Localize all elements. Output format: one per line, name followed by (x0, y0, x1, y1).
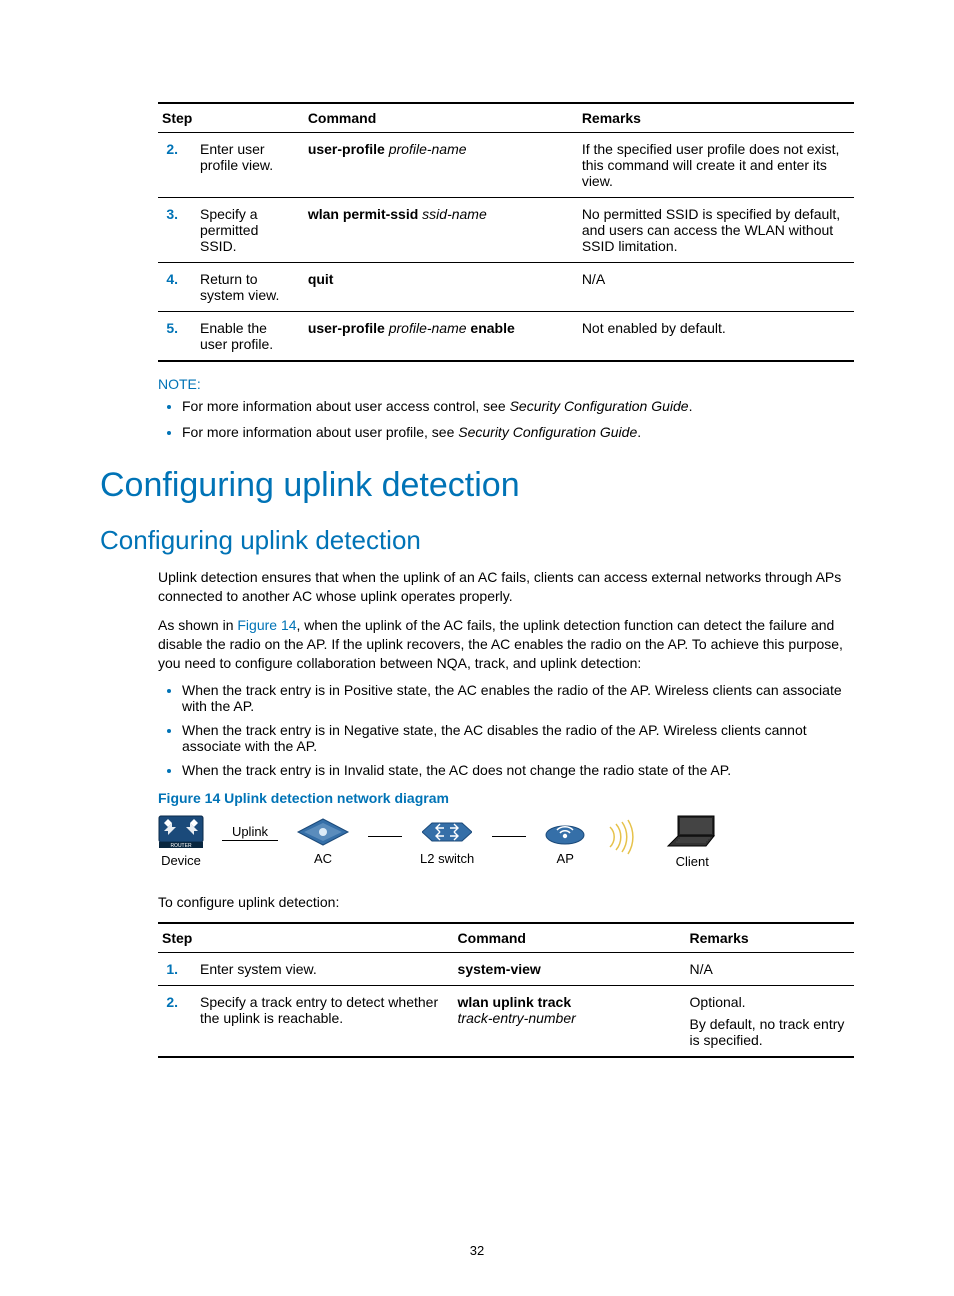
table-row: 3. Specify a permitted SSID. wlan permit… (158, 198, 854, 263)
remarks: Optional. By default, no track entry is … (686, 986, 854, 1058)
heading-1: Configuring uplink detection (100, 466, 854, 505)
command-table-2: Step Command Remarks 1. Enter system vie… (158, 922, 854, 1058)
heading-2: Configuring uplink detection (100, 525, 854, 556)
step-desc: Enter user profile view. (196, 133, 304, 198)
cmd: wlan permit-ssid ssid-name (304, 198, 578, 263)
remarks: N/A (578, 263, 854, 312)
paragraph: To configure uplink detection: (158, 893, 854, 912)
remarks: No permitted SSID is specified by defaul… (578, 198, 854, 263)
th-remarks: Remarks (686, 923, 854, 953)
step-num: 4. (166, 271, 188, 287)
th-command: Command (454, 923, 686, 953)
th-step: Step (158, 103, 304, 133)
ac-icon (296, 817, 350, 847)
paragraph: Uplink detection ensures that when the u… (158, 568, 854, 606)
body-section: Uplink detection ensures that when the u… (158, 568, 854, 1058)
table-row: 1. Enter system view. system-view N/A (158, 953, 854, 986)
figure-link[interactable]: Figure 14 (237, 617, 296, 633)
step-desc: Enter system view. (196, 953, 454, 986)
list-item: When the track entry is in Invalid state… (182, 762, 854, 778)
note-label: NOTE: (158, 376, 854, 392)
list-item: For more information about user profile,… (182, 424, 854, 440)
step-desc: Specify a track entry to detect whether … (196, 986, 454, 1058)
switch-icon (422, 817, 472, 847)
th-command: Command (304, 103, 578, 133)
cmd: wlan uplink track track-entry-number (454, 986, 686, 1058)
step-desc: Enable the user profile. (196, 312, 304, 362)
cmd: user-profile profile-name enable (304, 312, 578, 362)
note-list: For more information about user access c… (158, 398, 854, 440)
step-num: 5. (166, 320, 188, 336)
ap-label: AP (557, 851, 574, 866)
wireless-icon (604, 819, 648, 855)
cmd: quit (304, 263, 578, 312)
command-table-1: Step Command Remarks 2. Enter user profi… (158, 102, 854, 362)
table-row: 4. Return to system view. quit N/A (158, 263, 854, 312)
uplink-label: Uplink (222, 824, 278, 841)
remarks: If the specified user profile does not e… (578, 133, 854, 198)
table-row: 2. Specify a track entry to detect wheth… (158, 986, 854, 1058)
step-desc: Specify a permitted SSID. (196, 198, 304, 263)
cmd: user-profile profile-name (304, 133, 578, 198)
ac-label: AC (314, 851, 332, 866)
remarks: Not enabled by default. (578, 312, 854, 362)
l2switch-label: L2 switch (420, 851, 474, 866)
device-node: ROUTER Device (158, 815, 204, 868)
network-diagram: ROUTER Device Uplink AC (158, 814, 854, 869)
step-num: 1. (166, 961, 188, 977)
cmd: system-view (454, 953, 686, 986)
step-desc: Return to system view. (196, 263, 304, 312)
svg-text:ROUTER: ROUTER (170, 843, 192, 849)
remarks: N/A (686, 953, 854, 986)
paragraph: As shown in Figure 14, when the uplink o… (158, 616, 854, 673)
router-icon: ROUTER (158, 815, 204, 849)
th-step: Step (158, 923, 454, 953)
laptop-icon (666, 814, 718, 850)
ap-icon (544, 817, 586, 847)
th-remarks: Remarks (578, 103, 854, 133)
bullet-list: When the track entry is in Positive stat… (158, 682, 854, 778)
page: Step Command Remarks 2. Enter user profi… (0, 0, 954, 1296)
list-item: When the track entry is in Positive stat… (182, 682, 854, 714)
ac-node: AC (296, 817, 350, 866)
step-num: 2. (166, 994, 188, 1010)
table-row: 5. Enable the user profile. user-profile… (158, 312, 854, 362)
step-num: 2. (166, 141, 188, 157)
table1-wrap: Step Command Remarks 2. Enter user profi… (158, 102, 854, 440)
figure-caption: Figure 14 Uplink detection network diagr… (158, 790, 854, 806)
device-label: Device (161, 853, 201, 868)
step-num: 3. (166, 206, 188, 222)
client-node: Client (666, 814, 718, 869)
l2switch-node: L2 switch (420, 817, 474, 866)
table-row: 2. Enter user profile view. user-profile… (158, 133, 854, 198)
list-item: For more information about user access c… (182, 398, 854, 414)
client-label: Client (676, 854, 709, 869)
page-number: 32 (0, 1243, 954, 1258)
ap-node: AP (544, 817, 586, 866)
list-item: When the track entry is in Negative stat… (182, 722, 854, 754)
